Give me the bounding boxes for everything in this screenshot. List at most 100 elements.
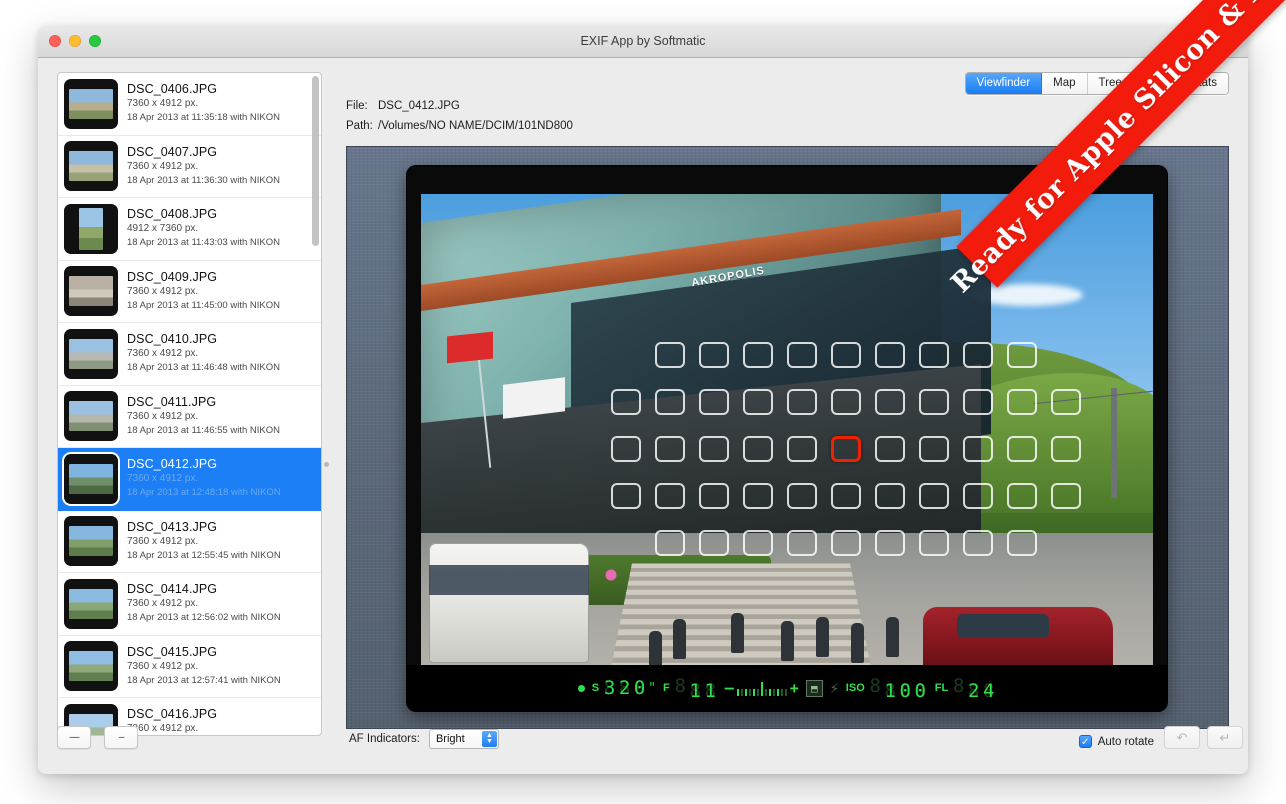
af-point xyxy=(1007,436,1037,462)
ev-tick xyxy=(781,689,783,696)
af-point xyxy=(655,483,685,509)
path-value: /Volumes/NO NAME/DCIM/101ND800 xyxy=(378,120,573,132)
af-point xyxy=(875,342,905,368)
af-point xyxy=(963,436,993,462)
af-point xyxy=(787,342,817,368)
remove-all-button[interactable]: –– xyxy=(57,726,91,749)
lcd-digit: 8 xyxy=(868,675,883,697)
af-point xyxy=(611,389,641,415)
af-point xyxy=(875,530,905,556)
af-point xyxy=(831,342,861,368)
tab-map[interactable]: Map xyxy=(1042,73,1087,94)
ev-tick xyxy=(777,689,779,696)
af-point xyxy=(875,483,905,509)
photo-frame: AKROPOLIS xyxy=(421,194,1153,683)
af-point xyxy=(919,436,949,462)
af-point xyxy=(875,436,905,462)
list-item[interactable]: DSC_0413.JPG7360 x 4912 px.18 Apr 2013 a… xyxy=(58,511,321,574)
af-point xyxy=(655,436,685,462)
file-list-scrollbar[interactable] xyxy=(312,76,319,246)
list-item-captured: 18 Apr 2013 at 12:55:45 with NIKON xyxy=(127,549,315,563)
list-item-dimensions: 7360 x 4912 px. xyxy=(127,285,315,299)
lcd-digit: 80 xyxy=(632,677,647,699)
af-point xyxy=(919,530,949,556)
iso-label: ISO xyxy=(846,682,865,694)
ev-tick xyxy=(745,689,747,696)
lcd-digit: 83 xyxy=(602,677,617,699)
af-point xyxy=(1007,389,1037,415)
af-point xyxy=(875,389,905,415)
iso-value: 8818080 xyxy=(868,675,928,702)
file-value: DSC_0412.JPG xyxy=(378,100,460,112)
bottom-toolbar: –– – AF Indicators: Bright ▲▼ ✓ Auto rot… xyxy=(38,719,1248,774)
af-point xyxy=(699,530,729,556)
af-indicators-value: Bright xyxy=(430,733,465,745)
af-point xyxy=(919,389,949,415)
list-item[interactable]: DSC_0410.JPG7360 x 4912 px.18 Apr 2013 a… xyxy=(58,323,321,386)
lcd-digit: 84 xyxy=(981,680,996,702)
screen: EXIF App by Softmatic DSC_0406.JPG7360 x… xyxy=(0,0,1286,804)
list-item[interactable]: DSC_0411.JPG7360 x 4912 px.18 Apr 2013 a… xyxy=(58,386,321,449)
list-item[interactable]: DSC_0414.JPG7360 x 4912 px.18 Apr 2013 a… xyxy=(58,573,321,636)
af-point xyxy=(699,436,729,462)
file-info-path-row: Path: /Volumes/NO NAME/DCIM/101ND800 xyxy=(346,120,573,132)
auto-rotate-control[interactable]: ✓ Auto rotate xyxy=(1079,735,1154,748)
split-resize-handle[interactable] xyxy=(324,462,329,467)
list-item-captured: 18 Apr 2013 at 11:46:55 with NIKON xyxy=(127,424,315,438)
aperture-group: F 88181 xyxy=(663,675,718,702)
rotate-right-button[interactable]: ↵ xyxy=(1207,726,1243,749)
list-item-meta: DSC_0409.JPG7360 x 4912 px.18 Apr 2013 a… xyxy=(127,270,315,313)
focal-length-label: FL xyxy=(935,682,948,694)
list-item-meta: DSC_0415.JPG7360 x 4912 px.18 Apr 2013 a… xyxy=(127,645,315,688)
thumbnail xyxy=(64,141,118,191)
ev-minus-icon: – xyxy=(725,682,734,694)
af-point xyxy=(699,342,729,368)
list-item-meta: DSC_0408.JPG4912 x 7360 px.18 Apr 2013 a… xyxy=(127,207,315,250)
list-item[interactable]: DSC_0407.JPG7360 x 4912 px.18 Apr 2013 a… xyxy=(58,136,321,199)
list-item-filename: DSC_0411.JPG xyxy=(127,395,315,410)
list-item[interactable]: DSC_0409.JPG7360 x 4912 px.18 Apr 2013 a… xyxy=(58,261,321,324)
af-point xyxy=(655,342,685,368)
af-point-overlay xyxy=(421,194,1153,683)
rotate-left-button[interactable]: ↶ xyxy=(1164,726,1200,749)
file-list[interactable]: DSC_0406.JPG7360 x 4912 px.18 Apr 2013 a… xyxy=(58,73,321,735)
af-point xyxy=(787,530,817,556)
af-indicators-label: AF Indicators: xyxy=(349,733,420,745)
list-item[interactable]: DSC_0412.JPG7360 x 4912 px.18 Apr 2013 a… xyxy=(58,448,321,511)
list-item-filename: DSC_0410.JPG xyxy=(127,332,315,347)
af-point xyxy=(963,530,993,556)
list-item[interactable]: DSC_0415.JPG7360 x 4912 px.18 Apr 2013 a… xyxy=(58,636,321,699)
flash-icon: ⚡ xyxy=(830,679,839,697)
list-item-dimensions: 7360 x 4912 px. xyxy=(127,410,315,424)
list-item-filename: DSC_0413.JPG xyxy=(127,520,315,535)
list-item-meta: DSC_0412.JPG7360 x 4912 px.18 Apr 2013 a… xyxy=(127,457,315,500)
af-point xyxy=(1007,342,1037,368)
lcd-digit: 80 xyxy=(913,680,928,702)
list-item-filename: DSC_0407.JPG xyxy=(127,145,315,160)
list-item-dimensions: 7360 x 4912 px. xyxy=(127,535,315,549)
list-item[interactable]: DSC_0408.JPG4912 x 7360 px.18 Apr 2013 a… xyxy=(58,198,321,261)
exposure-compensation-icon: ⬒ xyxy=(806,680,823,697)
list-item[interactable]: DSC_0406.JPG7360 x 4912 px.18 Apr 2013 a… xyxy=(58,73,321,136)
list-item-filename: DSC_0412.JPG xyxy=(127,457,315,472)
af-point xyxy=(787,483,817,509)
auto-rotate-checkbox[interactable]: ✓ xyxy=(1079,735,1092,748)
shutter-label: S xyxy=(592,682,599,694)
aperture-label: F xyxy=(663,682,670,694)
ev-plus-icon: + xyxy=(790,682,799,694)
stepper-arrows-icon[interactable]: ▲▼ xyxy=(482,731,497,747)
af-indicators-select[interactable]: Bright ▲▼ xyxy=(429,729,499,749)
list-item-captured: 18 Apr 2013 at 12:48:18 with NIKON xyxy=(127,486,315,500)
af-point xyxy=(963,483,993,509)
thumbnail xyxy=(64,329,118,379)
path-label: Path: xyxy=(346,120,378,132)
list-item-captured: 18 Apr 2013 at 12:56:02 with NIKON xyxy=(127,611,315,625)
iso-group: ISO 8818080 xyxy=(846,675,928,702)
remove-button[interactable]: – xyxy=(104,726,138,749)
af-point xyxy=(743,342,773,368)
tab-viewfinder[interactable]: Viewfinder xyxy=(966,73,1043,94)
camera-body: AKROPOLIS xyxy=(407,166,1167,711)
focal-length-group: FL 88284 xyxy=(935,675,996,702)
thumbnail xyxy=(64,516,118,566)
lcd-digit: 8 xyxy=(951,675,966,697)
